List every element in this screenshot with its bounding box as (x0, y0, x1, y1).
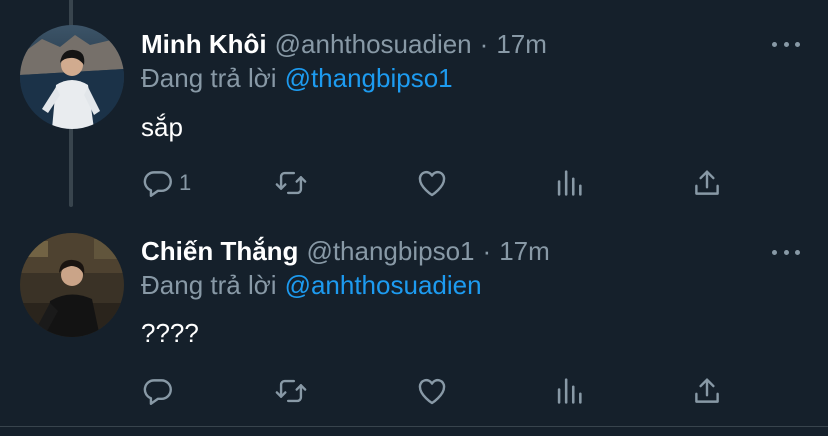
share-button[interactable] (690, 371, 724, 411)
action-bar (141, 371, 731, 411)
stats-button[interactable] (552, 371, 586, 411)
tweet-text: ???? (141, 318, 199, 348)
more-icon[interactable] (772, 238, 800, 266)
stats-icon (557, 170, 582, 196)
avatar[interactable] (20, 25, 124, 129)
replying-prefix: Đang trả lời (141, 63, 277, 93)
like-icon (418, 378, 446, 405)
more-dot (783, 249, 789, 255)
reply-icon (143, 379, 172, 405)
reply-button[interactable]: 1 (141, 163, 191, 203)
tweet-header: Chiến Thắng @thangbipso1 · 17m (141, 234, 550, 268)
mention-link[interactable]: @thangbipso1 (285, 63, 453, 93)
timestamp[interactable]: 17m (499, 234, 550, 268)
reply-button[interactable] (141, 371, 179, 411)
author-handle[interactable]: @anhthosuadien (275, 27, 472, 61)
like-button[interactable] (415, 371, 449, 411)
author-name[interactable]: Chiến Thắng (141, 234, 298, 268)
author-name[interactable]: Minh Khôi (141, 27, 267, 61)
timestamp[interactable]: 17m (496, 27, 547, 61)
action-bar: 1 (141, 163, 731, 203)
like-button[interactable] (415, 163, 449, 203)
share-icon (695, 170, 719, 195)
retweet-button[interactable] (274, 163, 308, 203)
retweet-icon (275, 171, 307, 195)
separator-dot: · (479, 29, 489, 59)
retweet-button[interactable] (274, 371, 308, 411)
divider (0, 426, 828, 427)
more-dot (772, 41, 777, 47)
tweet-text: sắp (141, 112, 183, 142)
stats-button[interactable] (552, 163, 586, 203)
stats-icon (557, 378, 582, 404)
like-icon (418, 170, 446, 197)
share-button[interactable] (690, 163, 724, 203)
tweet-header: Minh Khôi @anhthosuadien · 17m (141, 27, 547, 61)
more-dot (772, 249, 777, 255)
more-icon[interactable] (772, 30, 800, 58)
replying-prefix: Đang trả lời (141, 270, 277, 300)
tweet[interactable]: Chiến Thắng @thangbipso1 · 17m Đang trả … (0, 210, 828, 426)
reply-count: 1 (179, 170, 192, 195)
reply-icon (143, 171, 172, 197)
replying-to: Đang trả lời @thangbipso1 (141, 61, 453, 95)
author-handle[interactable]: @thangbipso1 (306, 234, 474, 268)
replying-to: Đang trả lời @anhthosuadien (141, 268, 482, 302)
share-icon (695, 378, 719, 403)
separator-dot: · (482, 236, 492, 266)
more-dot (795, 249, 800, 255)
more-dot (783, 41, 789, 47)
mention-link[interactable]: @anhthosuadien (285, 270, 482, 300)
tweet[interactable]: Minh Khôi @anhthosuadien · 17m Đang trả … (0, 0, 828, 210)
avatar[interactable] (20, 233, 124, 337)
retweet-icon (275, 379, 307, 403)
more-dot (795, 41, 800, 47)
